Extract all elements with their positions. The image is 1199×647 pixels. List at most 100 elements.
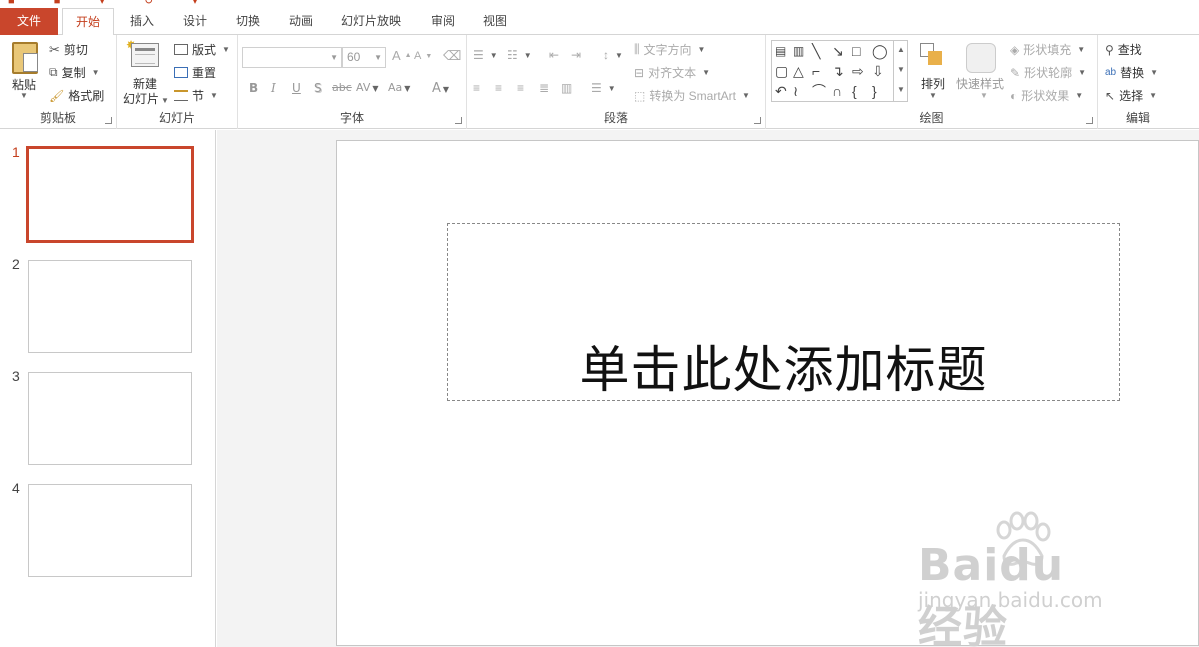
- shape-fill-button[interactable]: ◈ 形状填充 ▼: [1010, 41, 1085, 58]
- align-left-button[interactable]: ≡: [473, 81, 480, 95]
- effects-icon: ◐: [1010, 88, 1018, 103]
- elbow-connector-icon[interactable]: ⌐: [812, 64, 820, 78]
- tab-insert[interactable]: 插入: [128, 8, 156, 35]
- character-spacing-button[interactable]: AV ▼: [356, 81, 379, 94]
- align-left-icon: ≡: [473, 81, 481, 95]
- line-spacing-button[interactable]: ↕ ▼: [603, 48, 623, 62]
- change-case-button[interactable]: Aa ▼: [388, 81, 410, 94]
- select-button[interactable]: ↖ 选择 ▼: [1105, 87, 1157, 104]
- align-text-button[interactable]: ⊟ 对齐文本 ▼: [634, 64, 710, 81]
- chevron-down-icon: ▼: [210, 91, 218, 100]
- chevron-down-icon[interactable]: ▼: [894, 60, 908, 80]
- title-bar: ■ ■ ▾ ↻ ▾: [0, 0, 1199, 8]
- numbering-button[interactable]: ☷ ▼: [507, 48, 532, 62]
- right-arrow-icon[interactable]: ⇨: [852, 64, 864, 78]
- drawing-group: ▤ ▥ ╲ ↘ □ ◯ ▢ △ ⌐ ↴ ⇨ ⇩ ↶ ≀ ⌒ ∩ { } ▲ ▼ …: [766, 35, 1098, 129]
- bold-button[interactable]: B: [249, 81, 258, 95]
- freeform-icon[interactable]: ↶: [775, 84, 787, 98]
- font-group: ▼ 60 ▼ A ▲ A ▼ ⌫ B I U S abc AV ▼ Aa ▼ A ▼ 字体: [238, 35, 467, 129]
- font-name-input[interactable]: ▼: [242, 47, 342, 68]
- strikethrough-button[interactable]: abc: [332, 81, 352, 94]
- dialog-launcher-icon[interactable]: [1086, 117, 1093, 124]
- more-icon[interactable]: ▼: [894, 80, 908, 100]
- reset-button[interactable]: 重置: [174, 64, 216, 81]
- cut-button[interactable]: ✂ 剪切: [49, 41, 88, 58]
- tab-animations[interactable]: 动画: [287, 8, 315, 35]
- justify-button[interactable]: ≣: [539, 81, 549, 95]
- line-icon[interactable]: ╲: [812, 44, 820, 58]
- clear-formatting-button[interactable]: ⌫: [443, 48, 461, 64]
- rounded-rectangle-icon[interactable]: ▢: [775, 64, 788, 78]
- quick-access-toolbar[interactable]: ■ ■ ▾ ↻ ▾: [8, 0, 216, 7]
- scissors-icon: ✂: [49, 41, 60, 57]
- down-arrow-icon[interactable]: ⇩: [872, 64, 884, 78]
- text-direction-button[interactable]: ⫼ 文字方向 ▼: [634, 41, 705, 58]
- shapes-gallery[interactable]: ▤ ▥ ╲ ↘ □ ◯ ▢ △ ⌐ ↴ ⇨ ⇩ ↶ ≀ ⌒ ∩ { }: [771, 40, 908, 102]
- font-color-button[interactable]: A ▼: [432, 81, 449, 96]
- chevron-down-icon: ▼: [929, 91, 937, 100]
- italic-button[interactable]: I: [271, 81, 276, 95]
- replace-button[interactable]: ab 替换 ▼: [1105, 64, 1158, 81]
- left-brace-icon[interactable]: {: [852, 84, 857, 98]
- copy-button[interactable]: ⧉ 复制 ▼: [49, 64, 100, 81]
- paragraph-group-label: 段落: [603, 111, 628, 125]
- grow-font-icon: A: [392, 48, 401, 63]
- font-size-input[interactable]: 60 ▼: [342, 47, 386, 68]
- editing-group-label: 编辑: [1125, 111, 1150, 125]
- format-painter-button[interactable]: 🖌 格式刷: [49, 87, 104, 104]
- shrink-font-icon: A: [414, 50, 422, 62]
- line-spacing-icon: ↕: [603, 48, 609, 62]
- find-button[interactable]: ⚲ 查找: [1105, 41, 1142, 58]
- tab-review[interactable]: 审阅: [429, 8, 457, 35]
- arrow-line-icon[interactable]: ↘: [832, 44, 844, 58]
- tab-view[interactable]: 视图: [481, 8, 509, 35]
- scribble-icon[interactable]: ≀: [793, 84, 798, 98]
- increase-indent-button[interactable]: ⇥: [571, 48, 581, 62]
- shape-outline-button[interactable]: ✎ 形状轮廓 ▼: [1010, 64, 1086, 81]
- oval-icon[interactable]: ◯: [872, 44, 888, 58]
- spacing-icon: AV: [356, 81, 371, 94]
- vertical-text-box-icon[interactable]: ▥: [793, 44, 804, 58]
- chevron-up-icon[interactable]: ▲: [894, 40, 908, 60]
- text-box-icon[interactable]: ▤: [775, 44, 786, 58]
- convert-smartart-button[interactable]: ⬚ 转换为 SmartArt ▼: [634, 87, 750, 104]
- rectangle-icon[interactable]: □: [852, 44, 860, 58]
- tab-slideshow[interactable]: 幻灯片放映: [340, 8, 402, 35]
- title-placeholder[interactable]: 单击此处添加标题: [447, 223, 1120, 401]
- arc-icon[interactable]: ⌒: [812, 84, 826, 98]
- slide-thumbnail[interactable]: [26, 146, 194, 243]
- columns-button[interactable]: ☰ ▼: [591, 81, 616, 95]
- align-center-button[interactable]: ≡: [495, 81, 502, 95]
- title-placeholder-text[interactable]: 单击此处添加标题: [448, 330, 1119, 402]
- columns-icon: ☰: [591, 81, 602, 95]
- tab-design[interactable]: 设计: [181, 8, 209, 35]
- bullets-button[interactable]: ☰ ▼: [473, 48, 498, 62]
- tab-home[interactable]: 开始: [62, 8, 114, 36]
- section-button[interactable]: 节 ▼: [174, 87, 218, 104]
- shrink-font-button[interactable]: A ▼: [414, 50, 432, 62]
- shadow-button[interactable]: S: [314, 81, 322, 95]
- shape-effects-button[interactable]: ◐ 形状效果 ▼: [1010, 87, 1083, 104]
- slide-thumbnail[interactable]: [28, 372, 192, 465]
- dialog-launcher-icon[interactable]: [754, 117, 761, 124]
- underline-button[interactable]: U: [292, 81, 301, 95]
- dialog-launcher-icon[interactable]: [105, 117, 112, 124]
- triangle-icon[interactable]: △: [793, 64, 804, 78]
- curve-icon[interactable]: ∩: [832, 84, 842, 98]
- align-right-button[interactable]: ≡: [517, 81, 524, 95]
- distributed-button[interactable]: ▥: [561, 81, 572, 95]
- tab-transitions[interactable]: 切换: [234, 8, 262, 35]
- layout-button[interactable]: 版式 ▼: [174, 41, 230, 58]
- dialog-launcher-icon[interactable]: [455, 117, 462, 124]
- right-brace-icon[interactable]: }: [872, 84, 877, 98]
- decrease-indent-button[interactable]: ⇤: [549, 48, 559, 62]
- slide-canvas[interactable]: 单击此处添加标题: [336, 140, 1199, 646]
- elbow-arrow-icon[interactable]: ↴: [832, 64, 844, 78]
- layout-label: 版式: [192, 43, 217, 57]
- slide-thumbnail[interactable]: [28, 260, 192, 353]
- reset-icon: [174, 67, 188, 78]
- tab-file[interactable]: 文件: [0, 8, 58, 35]
- grow-font-button[interactable]: A ▲: [392, 48, 412, 63]
- gallery-scrollbar[interactable]: ▲ ▼ ▼: [893, 40, 908, 102]
- slide-thumbnail[interactable]: [28, 484, 192, 577]
